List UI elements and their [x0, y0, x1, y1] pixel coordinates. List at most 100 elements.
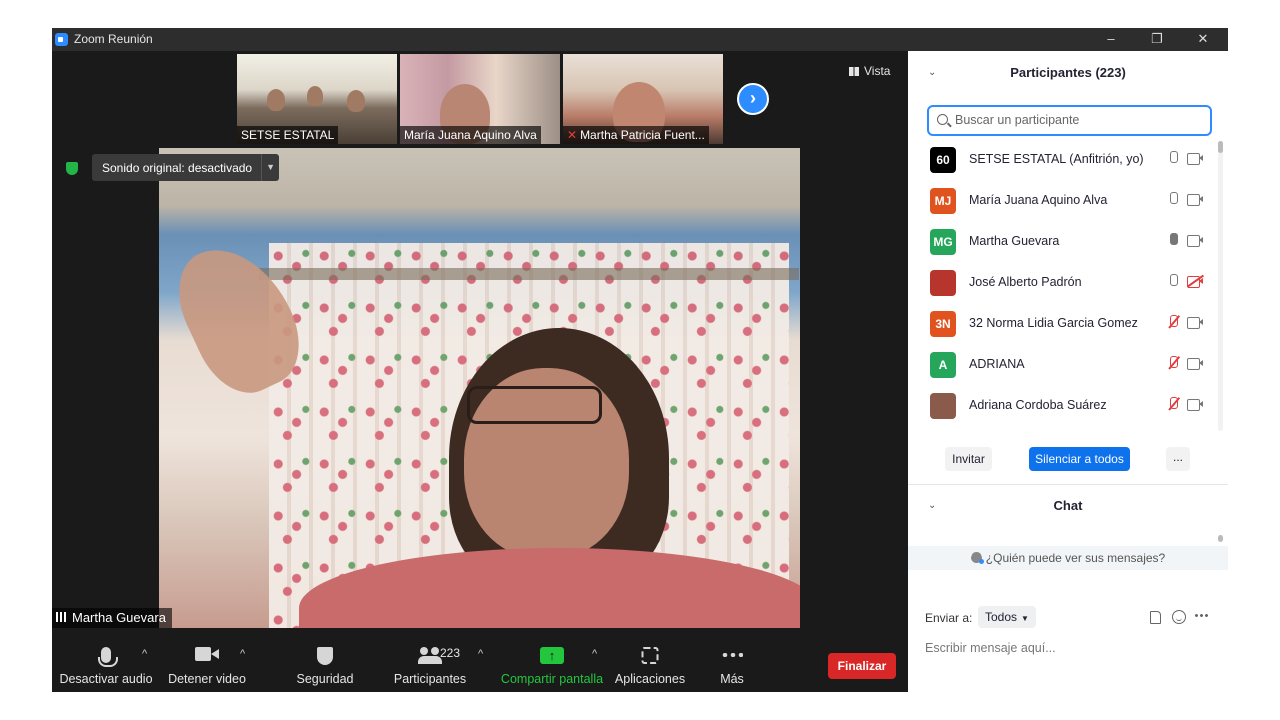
participant-name: ADRIANA: [969, 357, 1025, 371]
participant-name: María Juana Aquino Alva: [969, 193, 1108, 207]
chat-scrollbar[interactable]: [1218, 535, 1223, 542]
original-sound-toggle[interactable]: Sonido original: desactivado ▼: [92, 154, 280, 181]
video-camera-icon[interactable]: [1187, 235, 1203, 247]
more-dots-icon: [721, 653, 743, 657]
video-camera-icon[interactable]: [1187, 399, 1203, 411]
collapse-chevron-icon[interactable]: ⌄: [928, 486, 936, 526]
thumbnail-name: SETSE ESTATAL: [237, 126, 339, 144]
microphone-icon[interactable]: [1168, 274, 1178, 289]
participant-name: José Alberto Padrón: [969, 275, 1082, 289]
video-camera-icon[interactable]: [1187, 194, 1203, 206]
video-thumbnail[interactable]: ✕ Martha Patricia Fuent...: [563, 54, 723, 144]
participant-row[interactable]: José Alberto Padrón: [908, 262, 1218, 303]
video-off-icon[interactable]: [1187, 274, 1204, 288]
encryption-shield-icon[interactable]: [66, 162, 78, 175]
participant-name: 32 Norma Lidia Garcia Gomez: [969, 316, 1138, 330]
microphone-icon[interactable]: [1168, 192, 1178, 207]
participant-search-input[interactable]: Buscar un participante: [927, 105, 1212, 136]
signal-bars-icon: [56, 612, 68, 622]
search-icon: [937, 114, 948, 125]
invite-button[interactable]: Invitar: [945, 447, 992, 471]
video-area: SETSE ESTATAL María Juana Aquino Alva ✕ M…: [52, 51, 908, 628]
apps-button[interactable]: Aplicaciones: [614, 628, 686, 692]
emoji-icon[interactable]: [1172, 610, 1186, 624]
video-options-chevron[interactable]: ^: [240, 648, 245, 660]
main-speaker-video: [159, 148, 800, 628]
file-icon[interactable]: [1150, 611, 1161, 624]
microphone-icon[interactable]: [1168, 151, 1178, 166]
collapse-chevron-icon[interactable]: ⌄: [928, 53, 936, 93]
muted-mic-icon[interactable]: [1168, 315, 1178, 330]
participant-row[interactable]: MG Martha Guevara: [908, 221, 1218, 262]
thumbnail-name: María Juana Aquino Alva: [400, 126, 541, 144]
participant-name: Martha Guevara: [969, 234, 1060, 248]
avatar: 60: [930, 147, 956, 173]
video-camera-icon[interactable]: [1187, 153, 1203, 165]
view-button[interactable]: Vista: [849, 64, 890, 78]
participants-scrollbar[interactable]: [1218, 141, 1223, 431]
video-thumbnail[interactable]: María Juana Aquino Alva: [400, 54, 560, 144]
more-options-button[interactable]: ...: [1166, 447, 1190, 471]
shield-icon: [317, 647, 333, 665]
title-bar: Zoom Reunión – ❐ ✕: [52, 28, 1228, 51]
send-to-label: Enviar a:: [925, 611, 973, 625]
meeting-toolbar: Desactivar audio ^ Detener video ^ Segur…: [52, 628, 908, 692]
muted-mic-icon[interactable]: [1168, 356, 1178, 371]
audio-options-chevron[interactable]: ^: [142, 648, 147, 660]
participants-list: 60 SETSE ESTATAL (Anfitrión, yo) MJ María J…: [908, 139, 1218, 429]
chevron-down-icon[interactable]: ▼: [261, 154, 279, 181]
participant-row[interactable]: 60 SETSE ESTATAL (Anfitrión, yo): [908, 139, 1218, 180]
restore-button[interactable]: ❐: [1134, 28, 1180, 51]
thumbnail-name: ✕ Martha Patricia Fuent...: [563, 126, 709, 144]
security-button[interactable]: Seguridad: [290, 628, 360, 692]
avatar: A: [930, 352, 956, 378]
avatar: [930, 270, 956, 296]
avatar: 3N: [930, 311, 956, 337]
chat-header: ⌄ Chat: [908, 486, 1228, 526]
participants-options-chevron[interactable]: ^: [478, 648, 483, 660]
who-can-see-messages-link[interactable]: ¿Quién puede ver sus mensajes?: [908, 546, 1228, 570]
chevron-down-icon: ▼: [1021, 614, 1029, 623]
participant-row[interactable]: A ADRIANA: [908, 344, 1218, 385]
close-button[interactable]: ✕: [1180, 28, 1226, 51]
more-button[interactable]: Más: [708, 628, 756, 692]
participants-header: ⌄ Participantes (223): [908, 53, 1228, 93]
zoom-logo-icon: [55, 33, 68, 46]
grid-icon: [849, 67, 859, 76]
participant-name: SETSE ESTATAL (Anfitrión, yo): [969, 152, 1144, 166]
microphone-icon: [98, 647, 118, 667]
next-page-button[interactable]: ›: [737, 83, 769, 115]
end-meeting-button[interactable]: Finalizar: [828, 653, 896, 679]
avatar: [930, 393, 956, 419]
muted-mic-icon[interactable]: [1168, 397, 1178, 412]
window-title: Zoom Reunión: [74, 32, 153, 46]
mute-audio-button[interactable]: Desactivar audio: [58, 628, 154, 692]
share-arrow-icon: ↑: [540, 647, 564, 664]
microphone-icon[interactable]: [1168, 233, 1178, 248]
video-camera-icon[interactable]: [1187, 317, 1203, 329]
participant-row[interactable]: Adriana Cordoba Suárez: [908, 385, 1218, 426]
chat-message-input[interactable]: [925, 636, 1215, 660]
apps-icon: [641, 647, 659, 664]
side-panel: ⌄ Participantes (223) Buscar un particip…: [908, 51, 1228, 692]
video-camera-icon[interactable]: [1187, 358, 1203, 370]
zoom-window: Zoom Reunión – ❐ ✕ SETSE ESTATAL María J…: [52, 28, 1228, 692]
share-screen-button[interactable]: ↑ Compartir pantalla: [500, 628, 604, 692]
person-icon: [970, 552, 984, 564]
participants-button[interactable]: 223 Participantes: [390, 628, 470, 692]
speaker-name-label: Martha Guevara: [52, 608, 172, 628]
participants-count: 223: [440, 646, 461, 660]
avatar: MJ: [930, 188, 956, 214]
participant-row[interactable]: 3N 32 Norma Lidia Garcia Gomez: [908, 303, 1218, 344]
send-to-dropdown[interactable]: Todos ▼: [978, 606, 1036, 628]
panel-divider: [908, 484, 1228, 485]
avatar: MG: [930, 229, 956, 255]
video-thumbnail[interactable]: SETSE ESTATAL: [237, 54, 397, 144]
stop-video-button[interactable]: Detener video: [164, 628, 250, 692]
minimize-button[interactable]: –: [1088, 28, 1134, 51]
video-camera-icon: [195, 647, 219, 661]
participant-row[interactable]: MJ María Juana Aquino Alva: [908, 180, 1218, 221]
share-options-chevron[interactable]: ^: [592, 648, 597, 660]
more-dots-icon[interactable]: [1194, 614, 1208, 617]
mute-all-button[interactable]: Silenciar a todos: [1029, 447, 1130, 471]
